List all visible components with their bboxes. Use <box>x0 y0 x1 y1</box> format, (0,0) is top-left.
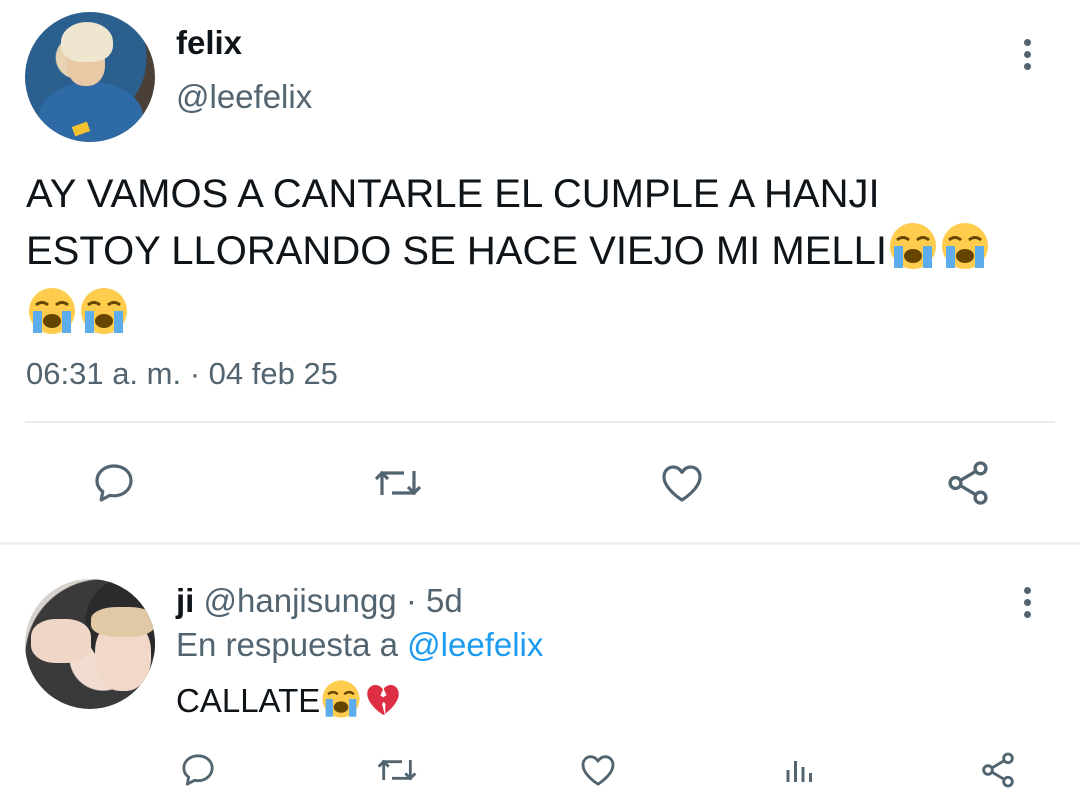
tweet-text-line: AY VAMOS A CANTARLE EL CUMPLE A HANJI <box>26 172 880 216</box>
reply-button[interactable] <box>88 457 140 509</box>
tweet-text-line <box>26 285 1056 350</box>
broken-heart-icon <box>362 678 404 728</box>
tweet-text: AY VAMOS A CANTARLE EL CUMPLE A HANJI ES… <box>26 168 1056 350</box>
reply-avatar[interactable] <box>25 579 155 709</box>
tweet-text-line: ESTOY LLORANDO SE HACE VIEJO MI MELLI <box>26 220 1056 285</box>
reply-icon <box>182 754 214 786</box>
like-button[interactable] <box>656 457 708 509</box>
avatar-hair <box>91 607 155 637</box>
share-button[interactable] <box>976 750 1020 790</box>
user-handle[interactable]: @leefelix <box>176 78 312 116</box>
reply-button[interactable] <box>176 750 220 790</box>
reply-header: ji @hanjisungg · 5d <box>176 582 463 620</box>
tweet-timestamp[interactable]: 06:31 a. m. · 04 feb 25 <box>26 356 338 392</box>
reply-time[interactable]: · 5d <box>406 582 463 619</box>
like-button[interactable] <box>576 750 620 790</box>
reply-handle[interactable]: @hanjisungg <box>204 582 397 619</box>
share-icon <box>948 461 988 505</box>
avatar-peace-hand <box>31 619 91 663</box>
reply-display-name[interactable]: ji <box>176 582 194 619</box>
retweet-icon <box>374 470 422 496</box>
divider <box>25 421 1055 423</box>
display-name[interactable]: felix <box>176 24 242 62</box>
analytics-icon <box>786 761 812 782</box>
tweet-detail-page: felix @leefelix AY VAMOS A CANTARLE EL C… <box>0 0 1080 798</box>
like-icon <box>662 465 702 502</box>
share-button[interactable] <box>942 457 994 509</box>
avatar-hoodie <box>39 82 143 142</box>
more-options-icon[interactable] <box>1012 34 1042 74</box>
crying-face-icon <box>320 678 362 728</box>
more-options-icon[interactable] <box>1012 582 1042 622</box>
analytics-button[interactable] <box>778 750 822 790</box>
replying-to: En respuesta a @leefelix <box>176 626 543 664</box>
main-tweet: felix @leefelix AY VAMOS A CANTARLE EL C… <box>0 0 1080 545</box>
reply-to-link[interactable]: @leefelix <box>407 626 543 663</box>
like-icon <box>581 755 615 786</box>
reply-icon <box>95 464 133 502</box>
crying-face-icon <box>78 285 130 350</box>
crying-face-icon <box>26 285 78 350</box>
retweet-icon <box>377 759 417 781</box>
avatar-hair <box>61 22 113 62</box>
avatar[interactable] <box>25 12 155 142</box>
crying-face-icon <box>939 220 991 285</box>
retweet-button[interactable] <box>372 750 422 790</box>
reply-text: CALLATE <box>176 678 404 728</box>
share-icon <box>982 752 1014 788</box>
reply-prefix: En respuesta a <box>176 626 398 663</box>
retweet-button[interactable] <box>368 457 428 509</box>
crying-face-icon <box>887 220 939 285</box>
section-divider <box>0 542 1080 545</box>
